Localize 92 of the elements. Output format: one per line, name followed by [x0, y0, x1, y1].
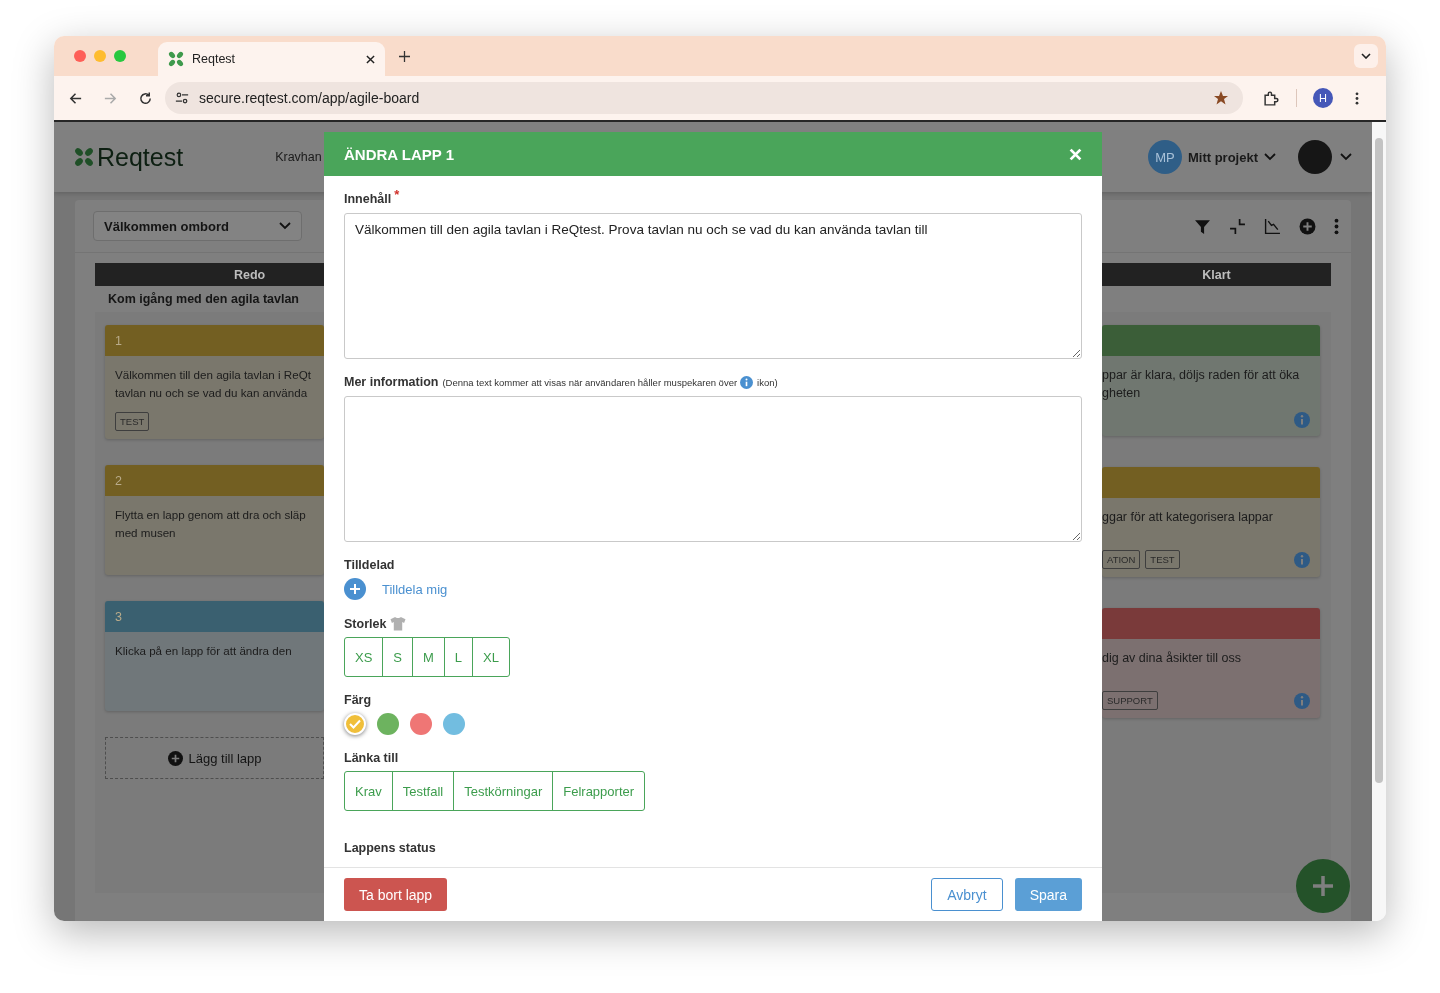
field-label: Lappens status — [344, 841, 436, 855]
app-logo[interactable]: Reqtest — [97, 142, 184, 172]
card-number: 3 — [115, 609, 122, 624]
add-assignee-icon[interactable] — [344, 578, 366, 600]
project-selector[interactable]: Mitt projekt — [1187, 149, 1258, 165]
save-button[interactable]: Spara — [1014, 878, 1082, 911]
field-label: Mer information — [344, 375, 439, 389]
leaf-logo-icon — [168, 51, 184, 67]
field-label: Innehåll — [344, 192, 392, 206]
close-icon[interactable] — [366, 54, 375, 64]
card-text: gheten — [1102, 385, 1142, 402]
card-tag: SUPPORT — [1102, 691, 1158, 710]
add-circle-icon[interactable] — [1299, 217, 1316, 235]
link-option[interactable]: Testfall — [391, 772, 454, 810]
card-text: Välkommen till den agila tavlan i ReQt — [115, 367, 312, 383]
column-header: Klart — [1102, 263, 1331, 286]
site-settings-icon[interactable] — [175, 91, 189, 105]
chevron-down-icon[interactable] — [1340, 153, 1352, 161]
tab-list-button[interactable] — [1354, 44, 1378, 68]
chevron-down-icon — [279, 222, 291, 230]
color-swatch[interactable] — [410, 713, 432, 735]
board-card[interactable]: 1 Välkommen till den agila tavlan i ReQt tavlan nu och se vad du kan använda TEST — [105, 325, 324, 439]
board-select[interactable]: Välkommen ombord — [93, 211, 302, 241]
chevron-down-icon — [1361, 53, 1371, 59]
filter-icon[interactable] — [1194, 217, 1211, 235]
card-number: 1 — [115, 333, 122, 348]
dialog-title: ÄNDRA LAPP 1 — [344, 145, 455, 163]
cancel-button[interactable]: Avbryt — [931, 878, 1003, 911]
field-label: Storlek — [344, 616, 387, 631]
tab-title: Reqtest — [192, 52, 237, 66]
card-text: Flytta en lapp genom att dra och släp — [115, 507, 307, 523]
column-header: Redo — [95, 263, 324, 286]
window-close-button[interactable] — [74, 50, 86, 62]
board-card[interactable]: dig av dina åsikter till oss SUPPORT — [1102, 608, 1320, 718]
field-hint: (Denna text kommer att visas när användaren håller muspekaren över — [442, 376, 738, 388]
size-option[interactable]: L — [443, 638, 473, 676]
card-tag: TEST — [1145, 550, 1180, 569]
add-card-button[interactable]: Lägg till lapp — [105, 737, 324, 779]
color-swatch[interactable] — [443, 713, 465, 735]
nav-link[interactable]: Kravhan — [275, 150, 322, 164]
chevron-down-icon[interactable] — [1264, 153, 1276, 161]
more-options-icon[interactable] — [1355, 90, 1359, 106]
board-card[interactable]: ggar för att kategorisera lappar ATION TEST — [1102, 467, 1320, 577]
project-avatar[interactable]: MP — [1147, 140, 1182, 174]
info-icon — [740, 375, 754, 389]
collapse-icon[interactable] — [1229, 217, 1246, 235]
card-number: 2 — [115, 473, 122, 488]
more-options-icon[interactable] — [1334, 217, 1339, 235]
card-text: dig av dina åsikter till oss — [1102, 650, 1242, 667]
field-hint: ikon) — [757, 376, 778, 388]
card-tag: TEST — [115, 412, 150, 431]
add-circle-icon — [167, 750, 183, 766]
card-text: ggar för att kategorisera lappar — [1102, 509, 1274, 526]
t-shirt-icon — [389, 616, 408, 631]
card-text: med musen — [115, 525, 177, 541]
required-mark: * — [394, 187, 400, 202]
column-subtitle: Kom igång med den agila tavlan — [95, 286, 324, 312]
field-label: Tilldelad — [344, 558, 395, 572]
content-field[interactable]: Välkommen till den agila tavlan i ReQtest. Prova tavlan nu och se vad du kan använda tavlan till — [344, 213, 1082, 359]
card-text: Klicka på en lapp för att ändra den — [115, 643, 293, 659]
more-info-field[interactable] — [344, 396, 1082, 542]
reload-icon[interactable] — [138, 90, 153, 106]
scrollbar[interactable] — [1372, 122, 1386, 921]
field-label: Länka till — [344, 751, 399, 765]
size-option[interactable]: XS — [345, 638, 383, 676]
plus-icon — [1311, 874, 1335, 898]
size-option[interactable]: XL — [472, 638, 509, 676]
board-card[interactable]: 3 Klicka på en lapp för att ändra den — [105, 601, 324, 711]
link-option[interactable]: Krav — [345, 772, 392, 810]
link-option[interactable]: Felrapporter — [552, 772, 645, 810]
leaf-logo-icon — [74, 147, 94, 167]
address-bar[interactable]: secure.reqtest.com/app/agile-board — [165, 82, 1243, 114]
new-tab-icon[interactable] — [399, 51, 410, 62]
field-label: Färg — [344, 693, 372, 707]
profile-avatar[interactable]: H — [1313, 88, 1333, 108]
browser-tab[interactable]: Reqtest — [158, 42, 385, 76]
user-avatar[interactable] — [1298, 140, 1332, 174]
link-option[interactable]: Testkörningar — [453, 772, 553, 810]
bookmark-star-icon[interactable] — [1213, 90, 1229, 106]
size-option[interactable]: M — [412, 638, 444, 676]
assign-me-link[interactable]: Tilldela mig — [382, 581, 448, 597]
puzzle-piece-icon[interactable] — [1263, 89, 1280, 107]
delete-button[interactable]: Ta bort lapp — [344, 878, 448, 911]
size-option[interactable]: S — [382, 638, 412, 676]
color-swatch[interactable] — [344, 713, 366, 735]
chart-icon[interactable] — [1264, 217, 1281, 235]
color-swatch[interactable] — [377, 713, 399, 735]
board-card[interactable]: ppar är klara, döljs raden för att öka gheten — [1102, 325, 1320, 436]
card-text: tavlan nu och se vad du kan använda — [115, 385, 309, 401]
board-card[interactable]: 2 Flytta en lapp genom att dra och släp med musen — [105, 465, 324, 575]
card-text: ppar är klara, döljs raden för att öka — [1102, 367, 1301, 384]
url-text: secure.reqtest.com/app/agile-board — [199, 90, 421, 106]
